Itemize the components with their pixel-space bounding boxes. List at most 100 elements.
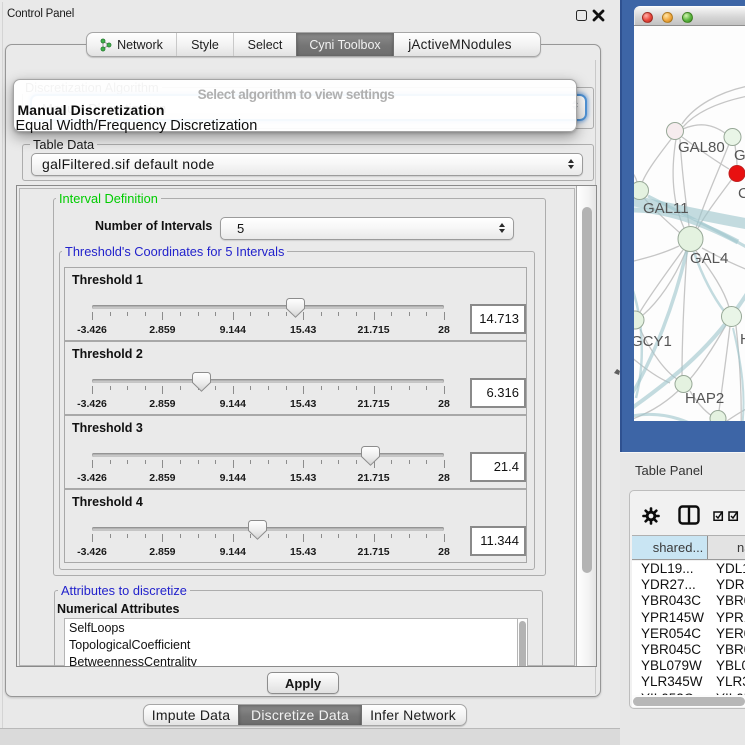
- window-close-button[interactable]: [642, 12, 654, 24]
- numerical-attributes-list[interactable]: SelfLoops TopologicalCoefficient Betweenne…: [64, 618, 517, 666]
- network-node[interactable]: [724, 129, 741, 146]
- dropdown-placeholder-item[interactable]: Select algorithm to view settings: [14, 87, 578, 102]
- table-panel-title: Table Panel: [635, 463, 703, 478]
- threshold-panel-2: Threshold 2-3.4262.8599.14415.4321.71528…: [64, 341, 527, 415]
- slider-track[interactable]: [92, 379, 444, 383]
- network-node[interactable]: [634, 182, 649, 200]
- network-canvas[interactable]: GAL80GACGAL11GAL4GCY1HHAP2: [634, 26, 745, 421]
- dropdown-item-manual-discretization[interactable]: Manual Discretization: [18, 102, 165, 118]
- slider-minor-tick: [321, 460, 322, 464]
- close-panel-button[interactable]: [592, 9, 605, 22]
- tab-jactivemnodules[interactable]: jActiveMNodules: [393, 33, 526, 56]
- bottom-tab-impute-data[interactable]: Impute Data: [144, 705, 238, 725]
- network-node-label: GAL80: [678, 139, 725, 156]
- threshold-value-field[interactable]: 6.316: [470, 378, 526, 408]
- slider-minor-tick: [127, 386, 128, 390]
- tab-label: Style: [191, 38, 219, 52]
- tab-label: Select: [248, 38, 283, 52]
- network-node[interactable]: [710, 411, 726, 422]
- table-row[interactable]: YLR345WYLR345W: [632, 674, 745, 690]
- apply-button[interactable]: Apply: [267, 672, 339, 694]
- table-data-combobox[interactable]: galFiltered.sif default node: [31, 153, 583, 176]
- bottom-tab-infer-network[interactable]: Infer Network: [361, 705, 464, 725]
- algorithm-dropdown-menu: Select algorithm to view settings Manual…: [13, 79, 577, 132]
- tab-network[interactable]: Network: [87, 33, 176, 56]
- table-row[interactable]: YDR27...YDR277C: [632, 577, 745, 593]
- network-node[interactable]: [634, 311, 644, 329]
- slider-thumb[interactable]: [192, 372, 211, 392]
- screenshot-root: Control Panel NetworkStyleSelectCyni Too…: [0, 0, 745, 745]
- table-row[interactable]: YER054CYER054C: [632, 626, 745, 642]
- threshold-value-field[interactable]: 14.713: [470, 304, 526, 334]
- slider-major-tick: [303, 534, 304, 542]
- column-header-name[interactable]: name: [708, 536, 745, 559]
- slider-thumb[interactable]: [286, 298, 305, 318]
- table-data-combobox-value: galFiltered.sif default node: [42, 154, 215, 175]
- slider-track[interactable]: [92, 527, 444, 531]
- network-node-label: H: [740, 331, 745, 348]
- table-row[interactable]: YDL19...YDL194W: [632, 561, 745, 577]
- select-rows-checkbox-icon[interactable]: [728, 510, 739, 521]
- slider-minor-tick: [391, 312, 392, 316]
- float-panel-button[interactable]: [576, 10, 587, 21]
- table-row[interactable]: YIL052CYIL052C: [632, 691, 745, 695]
- tab-label: Cyni Toolbox: [309, 38, 380, 52]
- settings-scrollbar-thumb[interactable]: [582, 207, 592, 573]
- slider-minor-tick: [198, 460, 199, 464]
- slider-minor-tick: [268, 386, 269, 390]
- slider-track[interactable]: [92, 453, 444, 457]
- threshold-value-field[interactable]: 21.4: [470, 452, 526, 482]
- window-zoom-button[interactable]: [682, 12, 694, 24]
- slider-major-tick: [374, 534, 375, 542]
- cell-name: YER054C: [716, 626, 745, 642]
- network-node[interactable]: [667, 123, 684, 140]
- network-node[interactable]: [729, 166, 745, 182]
- slider-minor-tick: [250, 386, 251, 390]
- attributes-list-scrollbar[interactable]: [517, 618, 528, 666]
- slider-minor-tick: [215, 460, 216, 464]
- network-node[interactable]: [678, 227, 703, 252]
- slider-track[interactable]: [92, 305, 444, 309]
- slider-minor-tick: [250, 460, 251, 464]
- window-minimize-button[interactable]: [662, 12, 674, 24]
- split-columns-icon[interactable]: [678, 505, 700, 525]
- bottom-tab-discretize-data[interactable]: Discretize Data: [238, 705, 361, 725]
- select-columns-checkbox-icon[interactable]: [713, 510, 724, 521]
- slider-minor-tick: [268, 312, 269, 316]
- slider-thumb[interactable]: [248, 520, 267, 540]
- table-settings-gear-icon[interactable]: [642, 507, 660, 525]
- table-row[interactable]: YBR045CYBR045C: [632, 642, 745, 658]
- table-row[interactable]: YBL079WYBL079W: [632, 658, 745, 674]
- slider-tick-label: -3.426: [62, 546, 122, 558]
- table-row[interactable]: YPR145WYPR145W: [632, 610, 745, 626]
- combo-down-arrow-icon: [568, 165, 574, 169]
- table-horizontal-scrollbar-thumb[interactable]: [633, 697, 745, 706]
- attribute-list-item[interactable]: TopologicalCoefficient: [69, 638, 190, 652]
- tab-cyni-toolbox[interactable]: Cyni Toolbox: [296, 33, 393, 56]
- slider-minor-tick: [268, 460, 269, 464]
- tab-select[interactable]: Select: [233, 33, 296, 56]
- slider-tick-label: 9.144: [203, 472, 263, 484]
- combo-stepper: [568, 154, 577, 175]
- slider-tick-label: -3.426: [62, 398, 122, 410]
- settings-scrollbar[interactable]: [576, 186, 596, 666]
- attribute-list-item[interactable]: BetweennessCentrality: [69, 655, 197, 666]
- network-node[interactable]: [722, 307, 742, 327]
- table-horizontal-scrollbar[interactable]: [632, 695, 745, 707]
- slider-minor-tick: [426, 386, 427, 390]
- dropdown-item-equal-width[interactable]: Equal Width/Frequency Discretization: [16, 118, 258, 134]
- cell-shared-name: YDR27...: [641, 577, 696, 593]
- attributes-list-scrollbar-thumb[interactable]: [519, 621, 526, 666]
- desktop-background: [0, 728, 620, 745]
- column-header-shared-name[interactable]: shared...: [632, 536, 708, 559]
- network-node-label: HAP2: [685, 390, 724, 407]
- slider-tick-label: 28: [414, 398, 474, 410]
- tab-style[interactable]: Style: [176, 33, 233, 56]
- table-row[interactable]: YBR043CYBR043C: [632, 593, 745, 609]
- slider-thumb[interactable]: [361, 446, 380, 466]
- threshold-value-field[interactable]: 11.344: [470, 526, 526, 556]
- attribute-list-item[interactable]: SelfLoops: [69, 621, 125, 635]
- cyni-bottom-tabs: Impute DataDiscretize DataInfer Network: [143, 704, 467, 726]
- slider-major-tick: [233, 386, 234, 394]
- slider-major-tick: [92, 386, 93, 394]
